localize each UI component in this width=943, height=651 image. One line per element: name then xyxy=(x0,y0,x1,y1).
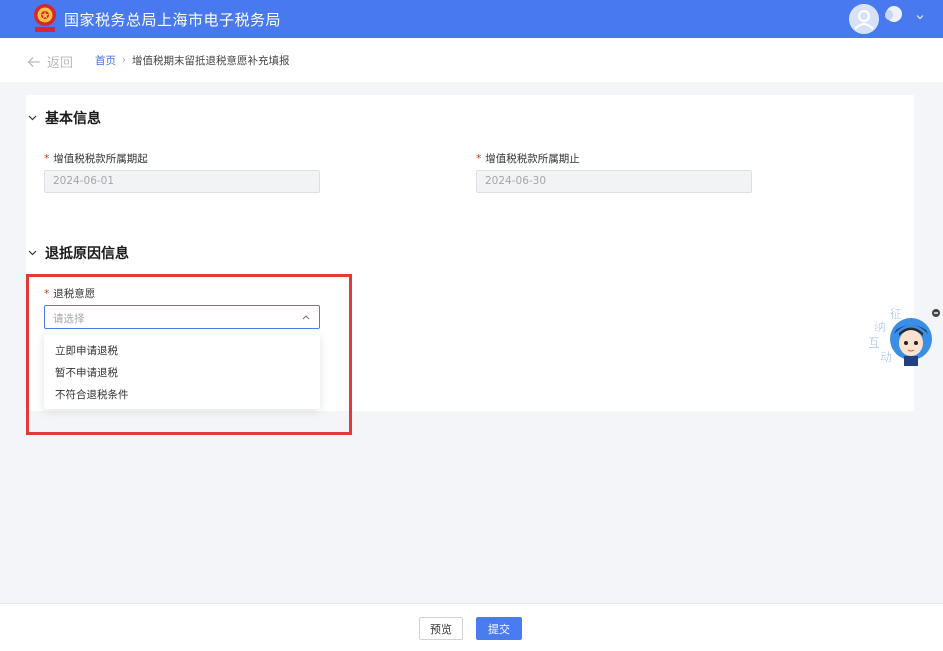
breadcrumb-home-link[interactable]: 首页 xyxy=(95,53,116,68)
highlight-annotation-box xyxy=(26,274,352,435)
period-end-label: * 增值税税款所属期止 xyxy=(476,151,580,166)
mascot-char-2: 纳 xyxy=(874,320,886,334)
back-button[interactable]: 返回 xyxy=(27,52,73,71)
section-title: 基本信息 xyxy=(45,111,101,127)
period-start-label-text: 增值税税款所属期起 xyxy=(53,153,148,165)
period-end-label-text: 增值税税款所属期止 xyxy=(485,153,580,165)
top-header: 国家税务总局上海市电子税务局 xyxy=(0,0,943,38)
chevron-down-icon xyxy=(28,115,37,121)
chevron-down-icon xyxy=(28,250,37,256)
mascot-char-4: 动 xyxy=(880,350,892,364)
arrow-left-icon xyxy=(27,56,40,67)
period-start-label: * 增值税税款所属期起 xyxy=(44,151,148,166)
breadcrumb-separator: › xyxy=(122,55,126,66)
section-title: 退抵原因信息 xyxy=(45,246,129,262)
mascot-char-3: 互 xyxy=(868,336,880,350)
user-avatar[interactable] xyxy=(849,4,879,34)
breadcrumb-bar: 返回 首页 › 增值税期末留抵退税意愿补充填报 xyxy=(0,38,943,82)
period-end-input: 2024-06-30 xyxy=(476,170,752,193)
interaction-mascot-icon[interactable]: 征 纳 互 动 xyxy=(866,306,940,368)
chevron-down-icon[interactable] xyxy=(915,12,925,22)
site-title[interactable]: 国家税务总局上海市电子税务局 xyxy=(64,9,281,30)
back-label: 返回 xyxy=(47,56,74,71)
footer-bar: 预览 提交 xyxy=(0,603,943,651)
preview-button[interactable]: 预览 xyxy=(419,617,463,640)
required-mark: * xyxy=(476,153,482,165)
tax-emblem-icon xyxy=(34,4,56,32)
period-start-input: 2024-06-01 xyxy=(44,170,320,193)
section-basic-info-toggle[interactable]: 基本信息 xyxy=(28,108,101,128)
mascot-char-1: 征 xyxy=(890,307,902,321)
required-mark: * xyxy=(44,153,50,165)
user-name-blurred-icon[interactable] xyxy=(884,5,902,23)
section-refund-reason-toggle[interactable]: 退抵原因信息 xyxy=(28,243,129,263)
breadcrumb-current: 增值税期末留抵退税意愿补充填报 xyxy=(132,55,290,67)
submit-button[interactable]: 提交 xyxy=(476,617,522,640)
breadcrumb: 首页 › 增值税期末留抵退税意愿补充填报 xyxy=(95,53,290,68)
user-icon xyxy=(849,4,879,34)
